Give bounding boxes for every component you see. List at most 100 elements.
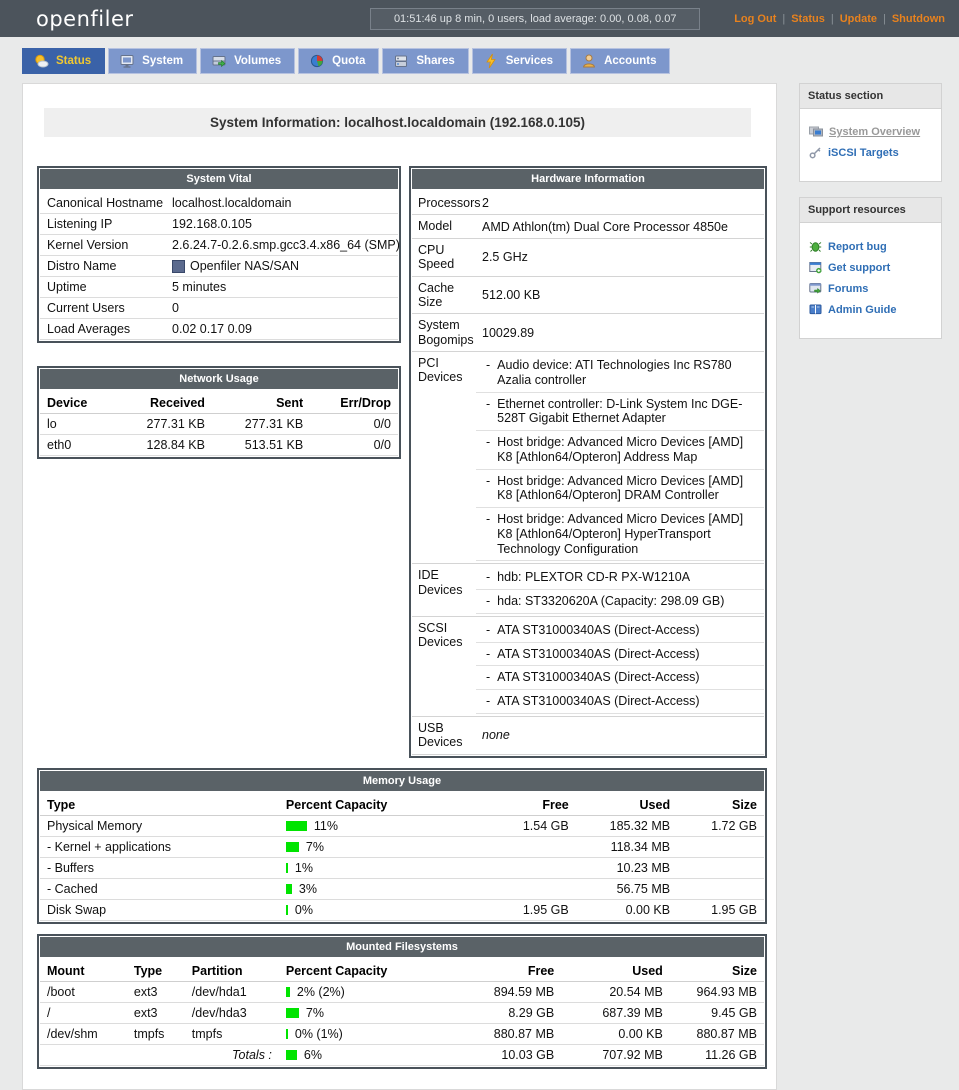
sidebar-link[interactable]: Get support: [828, 262, 890, 274]
shutdown-link[interactable]: Shutdown: [892, 13, 945, 25]
tab-services[interactable]: Services: [472, 48, 567, 74]
table-row: - Buffers1%10.23 MB: [40, 857, 764, 878]
sidebar-item-admin-guide[interactable]: Admin Guide: [809, 303, 933, 316]
system-vital-header: System Vital: [40, 169, 398, 189]
row-value: 5 minutes: [168, 277, 398, 297]
row-value: 0: [168, 298, 398, 318]
type-cell: ext3: [127, 1002, 185, 1023]
status-link[interactable]: Status: [791, 13, 825, 25]
sidebar-link[interactable]: System Overview: [829, 126, 920, 138]
sidebar-link[interactable]: iSCSI Targets: [828, 147, 899, 159]
forums-icon: [809, 282, 822, 295]
size-cell: [677, 836, 764, 857]
size-cell: [677, 857, 764, 878]
row-label: Canonical Hostname: [40, 193, 168, 213]
percent-cell: 7%: [279, 836, 474, 857]
device-list-item: -ATA ST31000340AS (Direct-Access): [476, 666, 764, 690]
type-cell: - Buffers: [40, 857, 279, 878]
type-cell: Physical Memory: [40, 815, 279, 836]
percent-cell: 6%: [279, 1044, 446, 1065]
device-list-item: -ATA ST31000340AS (Direct-Access): [476, 690, 764, 714]
type-cell: Disk Swap: [40, 899, 279, 920]
dash-bullet: -: [486, 623, 490, 638]
sidebar-item-forums[interactable]: Forums: [809, 282, 933, 295]
used-cell: 0.00 KB: [561, 1023, 670, 1044]
size-cell: 1.95 GB: [677, 899, 764, 920]
row-label: IDE Devices: [412, 564, 476, 616]
row-value: 10029.89: [476, 314, 764, 351]
mount-cell: /dev/shm: [40, 1023, 127, 1044]
sidebar-link[interactable]: Forums: [828, 283, 868, 295]
table-row: Processors2: [412, 192, 764, 215]
free-cell: 1.54 GB: [474, 815, 575, 836]
sidebar-item-get-support[interactable]: Get support: [809, 261, 933, 274]
free-cell: [474, 836, 575, 857]
percent-cell: 2% (2%): [279, 981, 446, 1002]
sidebar-link[interactable]: Admin Guide: [828, 304, 896, 316]
iscsi-targets-icon: [809, 146, 822, 159]
tab-system[interactable]: System: [108, 48, 197, 74]
device-list: -ATA ST31000340AS (Direct-Access)-ATA ST…: [476, 617, 764, 716]
used-cell: 0.00 KB: [576, 899, 677, 920]
services-lightning-icon: [483, 53, 499, 69]
column-header: Received: [114, 392, 212, 414]
partition-cell: /dev/hda1: [185, 981, 279, 1002]
percent-label: 6%: [304, 1048, 322, 1062]
memory-usage-header: Memory Usage: [40, 771, 764, 791]
tab-quota[interactable]: Quota: [298, 48, 379, 74]
used-cell: 185.32 MB: [576, 815, 677, 836]
device-text: ATA ST31000340AS (Direct-Access): [497, 647, 699, 662]
used-cell: 56.75 MB: [576, 878, 677, 899]
row-value-text: Openfiler NAS/SAN: [190, 259, 299, 273]
partition-cell: /dev/hda3: [185, 1002, 279, 1023]
logout-link[interactable]: Log Out: [734, 13, 776, 25]
table-cell: 128.84 KB: [114, 435, 212, 456]
main-area: System Information: localhost.localdomai…: [0, 74, 959, 1090]
row-value-text: 0: [172, 301, 179, 315]
memory-usage-table: Memory Usage TypePercent CapacityFreeUse…: [37, 768, 767, 924]
type-cell: - Kernel + applications: [40, 836, 279, 857]
device-list-item: -ATA ST31000340AS (Direct-Access): [476, 619, 764, 643]
row-value-text: 5 minutes: [172, 280, 226, 294]
capacity-bar: [286, 905, 288, 915]
tab-volumes[interactable]: Volumes: [200, 48, 295, 74]
row-label: SCSI Devices: [412, 617, 476, 716]
type-cell: ext3: [127, 981, 185, 1002]
device-list-item: -hda: ST3320620A (Capacity: 298.09 GB): [476, 590, 764, 614]
table-row: PCI Devices-Audio device: ATI Technologi…: [412, 352, 764, 564]
tab-status[interactable]: Status: [22, 48, 105, 74]
sidebar-item-iscsi-targets[interactable]: iSCSI Targets: [809, 146, 933, 159]
get-support-icon: [809, 261, 822, 274]
row-label: Load Averages: [40, 319, 168, 339]
totals-row: Totals :6%10.03 GB707.92 MB11.26 GB: [40, 1044, 764, 1065]
column-header: Mount: [40, 960, 127, 982]
sidebar-item-system-overview[interactable]: System Overview: [809, 126, 933, 138]
device-text: hda: ST3320620A (Capacity: 298.09 GB): [497, 594, 724, 609]
column-header: Free: [474, 794, 575, 816]
column-header: Used: [576, 794, 677, 816]
used-cell: 707.92 MB: [561, 1044, 670, 1065]
dash-bullet: -: [486, 474, 490, 504]
sidebar-item-report-bug[interactable]: Report bug: [809, 240, 933, 253]
tab-accounts[interactable]: Accounts: [570, 48, 670, 74]
table-row: /ext3/dev/hda37%8.29 GB687.39 MB9.45 GB: [40, 1002, 764, 1023]
capacity-bar: [286, 987, 290, 997]
tab-label: Volumes: [234, 55, 281, 67]
top-bar: openfiler 01:51:46 up 8 min, 0 users, lo…: [0, 0, 959, 37]
status-weather-icon: [33, 53, 49, 69]
table-cell: 0/0: [310, 435, 398, 456]
update-link[interactable]: Update: [840, 13, 877, 25]
dash-bullet: -: [486, 647, 490, 662]
hardware-info-header: Hardware Information: [412, 169, 764, 189]
sidebar-link[interactable]: Report bug: [828, 241, 887, 253]
row-label: Processors: [412, 192, 476, 214]
table-row: eth0128.84 KB513.51 KB0/0: [40, 435, 398, 456]
tab-shares[interactable]: Shares: [382, 48, 468, 74]
row-value: none: [476, 717, 764, 754]
support-resources-title: Support resources: [800, 198, 941, 223]
dash-bullet: -: [486, 358, 490, 388]
separator: |: [883, 13, 886, 25]
row-label: Listening IP: [40, 214, 168, 234]
used-cell: 10.23 MB: [576, 857, 677, 878]
capacity-bar: [286, 1050, 297, 1060]
